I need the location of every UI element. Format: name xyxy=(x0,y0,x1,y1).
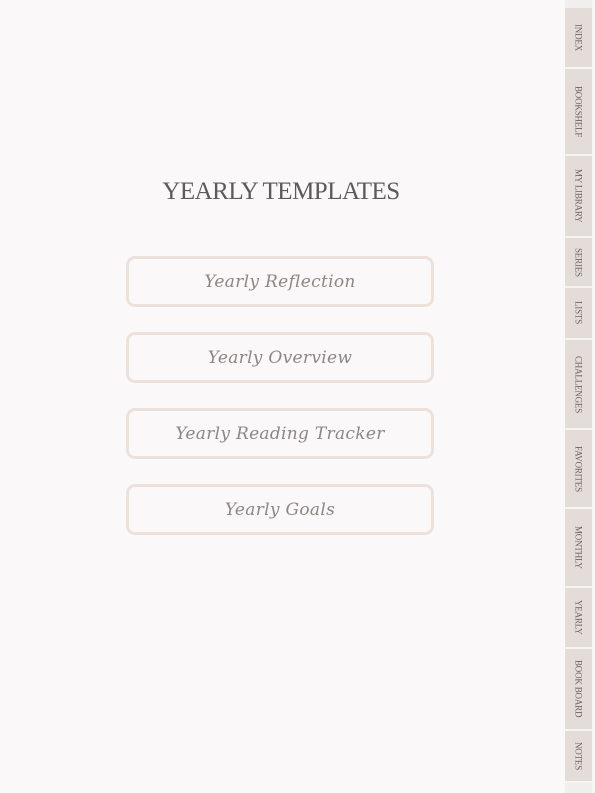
tab-yearly[interactable]: YEARLY xyxy=(565,588,592,649)
planner-page: YEARLY TEMPLATES Yearly Reflection Yearl… xyxy=(0,0,565,793)
side-tab-bar: INDEX BOOKSHELF MY LIBRARY SERIES LISTS … xyxy=(565,0,595,793)
template-label: Yearly Reflection xyxy=(204,271,356,292)
template-label: Yearly Reading Tracker xyxy=(175,423,385,444)
tab-my-library[interactable]: MY LIBRARY xyxy=(565,156,592,238)
tab-lists[interactable]: LISTS xyxy=(565,288,592,340)
yearly-goals-button[interactable]: Yearly Goals xyxy=(126,484,434,535)
tab-label: MY LIBRARY xyxy=(573,169,584,223)
tab-favorites[interactable]: FAVORITES xyxy=(565,430,592,509)
template-label: Yearly Overview xyxy=(207,347,353,368)
tab-label: CHALLENGES xyxy=(573,355,584,413)
tab-challenges[interactable]: CHALLENGES xyxy=(565,340,592,430)
tab-bookshelf[interactable]: BOOKSHELF xyxy=(565,69,592,156)
template-label: Yearly Goals xyxy=(224,499,336,520)
tab-label: YEARLY xyxy=(573,600,584,635)
tab-label: SERIES xyxy=(573,247,584,277)
tab-label: BOOK BOARD xyxy=(573,660,584,718)
yearly-reflection-button[interactable]: Yearly Reflection xyxy=(126,256,434,307)
yearly-reading-tracker-button[interactable]: Yearly Reading Tracker xyxy=(126,408,434,459)
tab-label: FAVORITES xyxy=(573,445,584,492)
tab-monthly[interactable]: MONTHLY xyxy=(565,509,592,588)
tab-book-board[interactable]: BOOK BOARD xyxy=(565,649,592,731)
tab-label: INDEX xyxy=(573,24,584,51)
tab-label: LISTS xyxy=(573,301,584,325)
tab-index[interactable]: INDEX xyxy=(565,8,592,69)
tab-label: MONTHLY xyxy=(573,526,584,569)
tab-label: BOOKSHELF xyxy=(573,85,584,138)
tab-notes[interactable]: NOTES xyxy=(565,731,592,783)
page-title: YEARLY TEMPLATES xyxy=(162,178,400,205)
tab-label: NOTES xyxy=(573,742,584,770)
tab-series[interactable]: SERIES xyxy=(565,238,592,288)
yearly-overview-button[interactable]: Yearly Overview xyxy=(126,332,434,383)
